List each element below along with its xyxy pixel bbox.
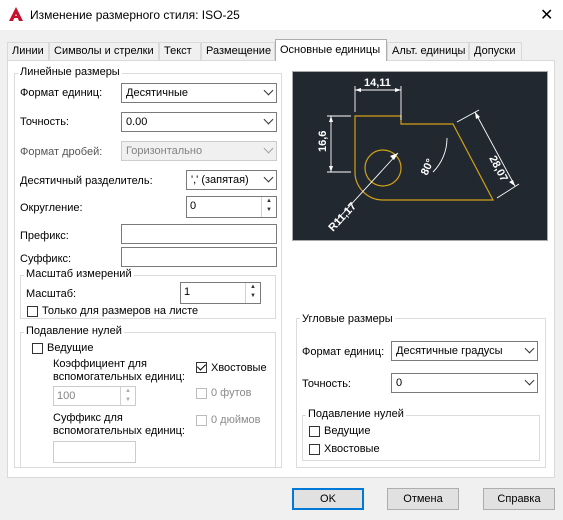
prefix-label: Префикс: <box>20 230 69 242</box>
zero-feet-checkbox[interactable] <box>196 388 207 399</box>
decimal-separator-value: ',' (запятая) <box>191 174 249 186</box>
unit-format-label: Формат единиц: <box>20 87 103 99</box>
scale-factor-value: 1 <box>184 286 191 298</box>
angular-zero-suppression-title: Подавление нулей <box>306 408 406 420</box>
round-off-value: 0 <box>190 200 197 212</box>
dim-angle-text: 80° <box>419 157 437 177</box>
sub-unit-factor-spinner[interactable]: 100 ▲ ▼ <box>53 386 136 406</box>
fraction-format-label: Формат дробей: <box>20 146 103 158</box>
close-icon[interactable]: ✕ <box>540 5 553 25</box>
dim-right-text: 28,07 <box>486 154 510 184</box>
sub-unit-suffix-label-2: вспомогательных единиц: <box>53 425 185 437</box>
ok-button[interactable]: OK <box>292 488 364 510</box>
angular-unit-format-select[interactable]: Десятичные градусы <box>391 341 538 361</box>
leading-zeros-label: Ведущие <box>47 342 94 354</box>
linear-group-title: Линейные размеры <box>18 66 122 78</box>
spinner-buttons[interactable]: ▲ ▼ <box>261 197 276 217</box>
zero-feet-label: 0 футов <box>211 387 252 399</box>
tab-symbols-arrows[interactable]: Символы и стрелки <box>49 42 159 60</box>
round-off-label: Округление: <box>20 202 83 214</box>
fraction-format-select[interactable]: Горизонтально <box>121 141 277 161</box>
spin-down-icon[interactable]: ▼ <box>262 206 276 215</box>
chevron-down-icon <box>263 85 274 96</box>
chevron-down-icon <box>263 114 274 125</box>
autocad-logo-icon <box>9 7 23 21</box>
dim-radius-text: R11,17 <box>326 200 359 234</box>
zero-inches-label: 0 дюймов <box>211 414 261 426</box>
angular-leading-zeros-label: Ведущие <box>324 425 371 437</box>
angular-unit-format-label: Формат единиц: <box>302 346 385 358</box>
zero-suppression-title: Подавление нулей <box>24 325 124 337</box>
scale-group-title: Масштаб измерений <box>24 268 134 280</box>
precision-value: 0.00 <box>126 116 148 128</box>
preview-pane: 14,11 16,6 28,07 80° R11,17 <box>292 71 548 241</box>
angular-leading-zeros-checkbox[interactable] <box>309 426 320 437</box>
suffix-input[interactable] <box>121 247 277 267</box>
precision-label: Точность: <box>20 116 69 128</box>
fraction-format-value: Горизонтально <box>126 145 203 157</box>
layout-only-checkbox[interactable] <box>27 306 38 317</box>
dim-top-text: 14,11 <box>364 77 391 89</box>
angular-precision-value: 0 <box>396 377 403 389</box>
spinner-buttons[interactable]: ▲ ▼ <box>245 283 260 303</box>
unit-format-value: Десятичные <box>126 87 189 99</box>
tab-lines[interactable]: Линии <box>7 42 49 60</box>
round-off-spinner[interactable]: 0 ▲ ▼ <box>186 196 277 218</box>
angular-precision-select[interactable]: 0 <box>391 373 538 393</box>
dimension-preview-drawing: 14,11 16,6 28,07 80° R11,17 <box>317 77 520 234</box>
angular-trailing-zeros-label: Хвостовые <box>324 443 380 455</box>
zero-inches-checkbox[interactable] <box>196 415 207 426</box>
spin-up-icon[interactable]: ▲ <box>246 283 260 292</box>
sub-unit-factor-label: Коэффициент для <box>53 358 147 370</box>
tab-fit[interactable]: Размещение <box>201 42 275 60</box>
spinner-buttons[interactable]: ▲ ▼ <box>120 387 135 405</box>
sub-unit-suffix-label: Суффикс для <box>53 412 123 424</box>
scale-factor-label: Масштаб: <box>26 288 77 300</box>
angular-precision-label: Точность: <box>302 378 351 390</box>
sub-unit-factor-label-2: вспомогательных единиц: <box>53 371 185 383</box>
tab-primary-units[interactable]: Основные единицы <box>275 39 387 61</box>
tab-text[interactable]: Текст <box>159 42 201 60</box>
trailing-zeros-label: Хвостовые <box>211 362 267 374</box>
tab-tolerances[interactable]: Допуски <box>469 42 522 60</box>
prefix-input[interactable] <box>121 224 277 244</box>
chevron-down-icon <box>524 375 535 386</box>
cancel-button[interactable]: Отмена <box>387 488 459 510</box>
tab-alternate-units[interactable]: Альт. единицы <box>387 42 469 60</box>
sub-unit-suffix-input[interactable] <box>53 441 136 463</box>
help-button[interactable]: Справка <box>483 488 555 510</box>
decimal-separator-label: Десятичный разделитель: <box>20 175 153 187</box>
layout-only-label: Только для размеров на листе <box>42 305 199 317</box>
window-title: Изменение размерного стиля: ISO-25 <box>30 8 240 22</box>
checkmark-icon <box>196 361 207 371</box>
chevron-down-icon <box>524 343 535 354</box>
chevron-down-icon <box>263 172 274 183</box>
decimal-separator-select[interactable]: ',' (запятая) <box>186 170 277 190</box>
angular-trailing-zeros-checkbox[interactable] <box>309 444 320 455</box>
trailing-zeros-checkbox[interactable] <box>196 361 207 373</box>
suffix-label: Суффикс: <box>20 253 72 265</box>
spin-up-icon[interactable]: ▲ <box>121 387 135 396</box>
precision-select[interactable]: 0.00 <box>121 112 277 132</box>
chevron-down-icon <box>263 143 274 154</box>
spin-down-icon[interactable]: ▼ <box>246 292 260 301</box>
leading-zeros-checkbox[interactable] <box>32 343 43 354</box>
dim-left-text: 16,6 <box>317 131 329 152</box>
unit-format-select[interactable]: Десятичные <box>121 83 277 103</box>
spin-up-icon[interactable]: ▲ <box>262 197 276 206</box>
scale-factor-spinner[interactable]: 1 ▲ ▼ <box>180 282 261 304</box>
sub-unit-factor-value: 100 <box>57 390 76 402</box>
spin-down-icon[interactable]: ▼ <box>121 396 135 405</box>
angular-unit-format-value: Десятичные градусы <box>396 345 503 357</box>
angular-group-title: Угловые размеры <box>300 313 395 325</box>
